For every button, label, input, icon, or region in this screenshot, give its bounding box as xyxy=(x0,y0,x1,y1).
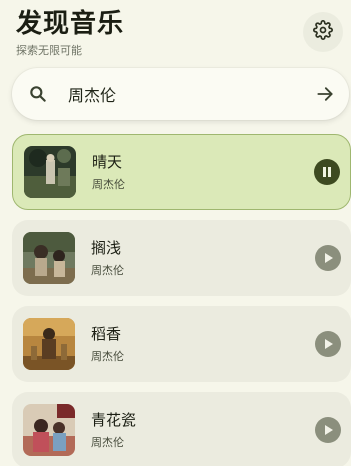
play-icon xyxy=(322,421,334,440)
pause-button[interactable] xyxy=(314,159,340,185)
search-input[interactable]: 周杰伦 xyxy=(68,82,313,106)
pause-icon xyxy=(321,163,333,182)
play-icon xyxy=(322,249,334,268)
play-button[interactable] xyxy=(315,331,341,357)
arrow-right-icon[interactable] xyxy=(313,82,337,106)
song-card[interactable]: 晴天 周杰伦 xyxy=(12,134,351,210)
song-artist: 周杰伦 xyxy=(91,350,124,363)
page-subtitle: 探索无限可能 xyxy=(16,44,82,57)
page-title: 发现音乐 xyxy=(16,9,125,39)
song-card[interactable]: 搁浅 周杰伦 xyxy=(12,220,351,296)
song-artist: 周杰伦 xyxy=(91,436,124,449)
song-card[interactable]: 青花瓷 周杰伦 xyxy=(12,392,351,466)
play-button[interactable] xyxy=(315,245,341,271)
settings-button[interactable] xyxy=(303,12,343,52)
album-cover xyxy=(23,232,75,284)
song-artist: 周杰伦 xyxy=(92,178,125,191)
song-list: 晴天 周杰伦 搁浅 周杰伦 稻香 周杰伦 青花瓷 周杰伦 xyxy=(12,134,351,466)
song-title: 搁浅 xyxy=(91,239,122,257)
song-card[interactable]: 稻香 周杰伦 xyxy=(12,306,351,382)
song-info: 稻香 周杰伦 xyxy=(91,324,351,364)
song-info: 搁浅 周杰伦 xyxy=(91,238,351,278)
play-button[interactable] xyxy=(315,417,341,443)
album-cover xyxy=(23,404,75,456)
song-title: 稻香 xyxy=(91,325,122,343)
album-cover xyxy=(24,146,76,198)
gear-icon xyxy=(313,20,333,44)
search-icon xyxy=(26,82,50,106)
play-icon xyxy=(322,335,334,354)
song-artist: 周杰伦 xyxy=(91,264,124,277)
search-bar[interactable]: 周杰伦 xyxy=(12,68,349,120)
song-title: 晴天 xyxy=(92,153,123,171)
song-title: 青花瓷 xyxy=(91,411,137,429)
song-info: 青花瓷 周杰伦 xyxy=(91,410,351,450)
album-cover xyxy=(23,318,75,370)
page-header: 发现音乐 探索无限可能 xyxy=(16,8,124,58)
song-info: 晴天 周杰伦 xyxy=(92,152,350,192)
